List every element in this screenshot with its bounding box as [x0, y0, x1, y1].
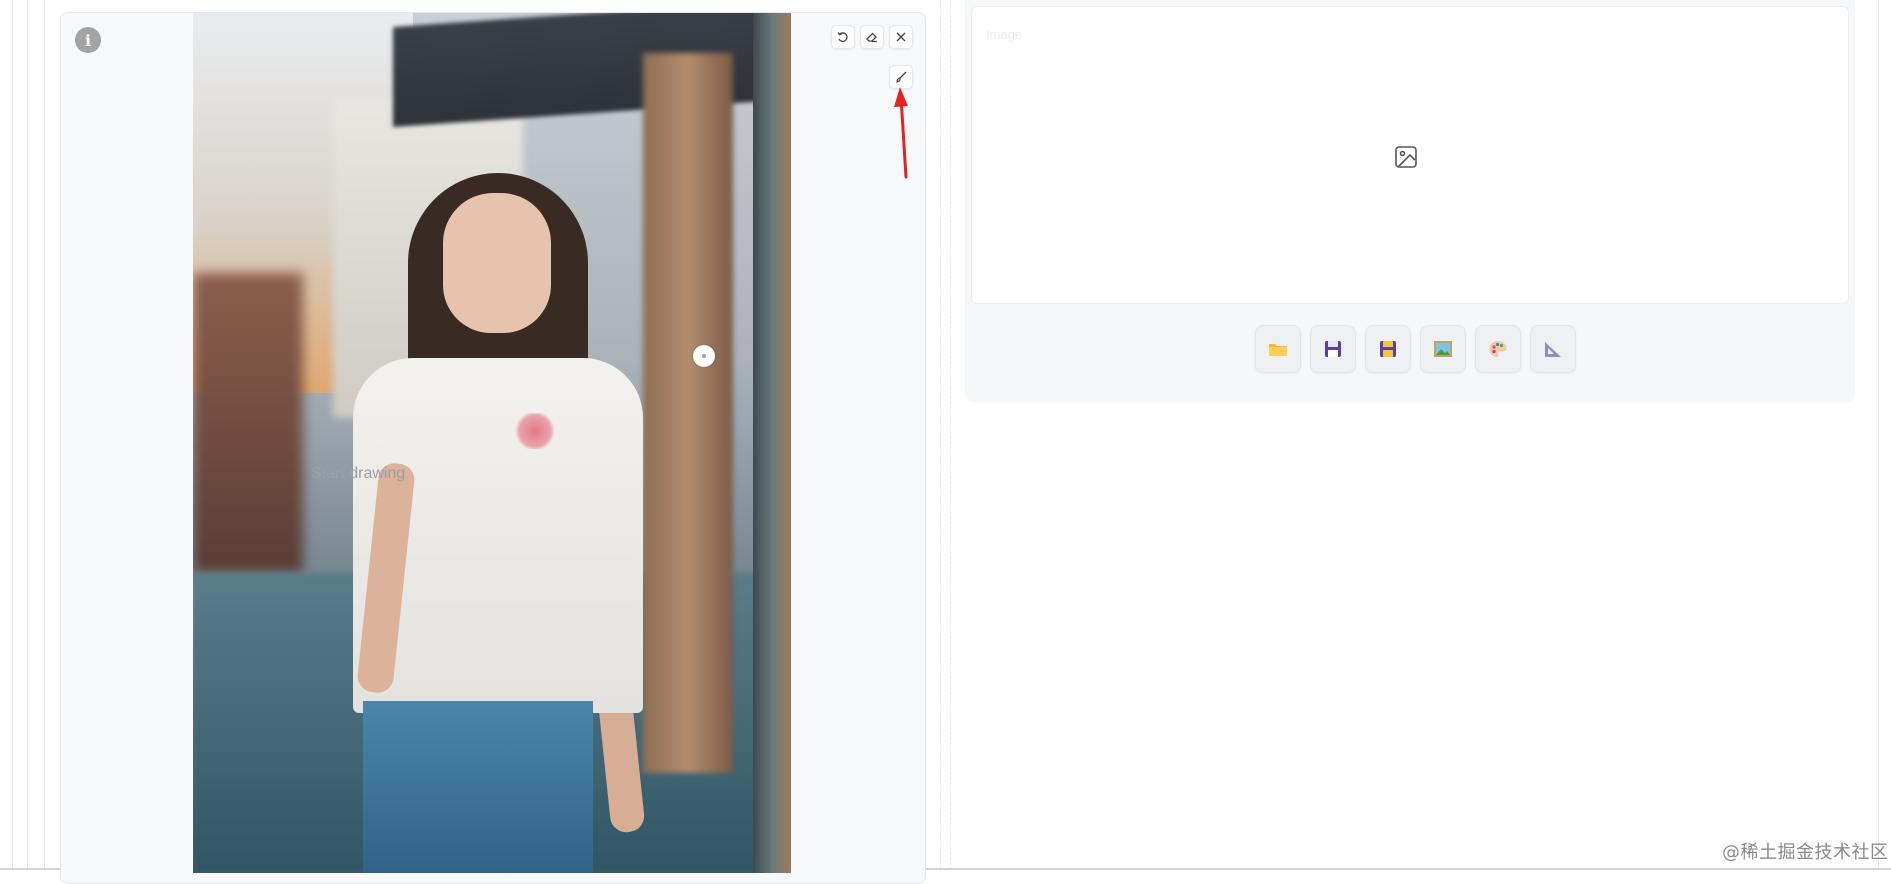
send-to-img2img-button[interactable] [1420, 325, 1466, 373]
column-divider [940, 0, 941, 870]
frame-line [1878, 0, 1879, 870]
column-divider [950, 0, 951, 870]
frame-line [44, 0, 45, 870]
clear-button[interactable] [860, 25, 884, 49]
send-to-extras-button[interactable] [1530, 325, 1576, 373]
canvas-hint: Start drawing [311, 465, 406, 482]
eraser-icon [866, 32, 877, 43]
picture-icon [1434, 341, 1452, 357]
triangle-ruler-icon [1545, 342, 1561, 357]
folder-icon [1269, 344, 1287, 356]
send-to-inpaint-button[interactable] [1475, 325, 1521, 373]
output-actions [1255, 325, 1576, 373]
save-icon [1325, 341, 1341, 357]
save-to-library-button[interactable] [1365, 325, 1411, 373]
frame-line [27, 0, 28, 870]
close-icon [896, 32, 906, 42]
annotation-arrow [894, 87, 908, 179]
canvas-image[interactable] [193, 13, 791, 873]
save-to-library-icon [1380, 341, 1396, 357]
output-panel: Image [965, 0, 1855, 402]
image-label: Image [986, 27, 1023, 42]
output-image-area[interactable]: Image [971, 6, 1849, 304]
brush-cursor [693, 345, 715, 367]
palette-icon [1489, 341, 1507, 357]
undo-button[interactable] [831, 25, 855, 49]
watermark: @稀土掘金技术社区 [1722, 842, 1889, 863]
image-icon [1395, 146, 1417, 168]
close-button[interactable] [889, 25, 913, 49]
undo-icon [837, 32, 848, 42]
frame-line [12, 0, 13, 870]
sketch-editor: i Start drawing [60, 12, 926, 884]
save-button[interactable] [1310, 325, 1356, 373]
brush-icon [896, 71, 907, 83]
info-icon[interactable]: i [75, 27, 101, 53]
open-folder-button[interactable] [1255, 325, 1301, 373]
